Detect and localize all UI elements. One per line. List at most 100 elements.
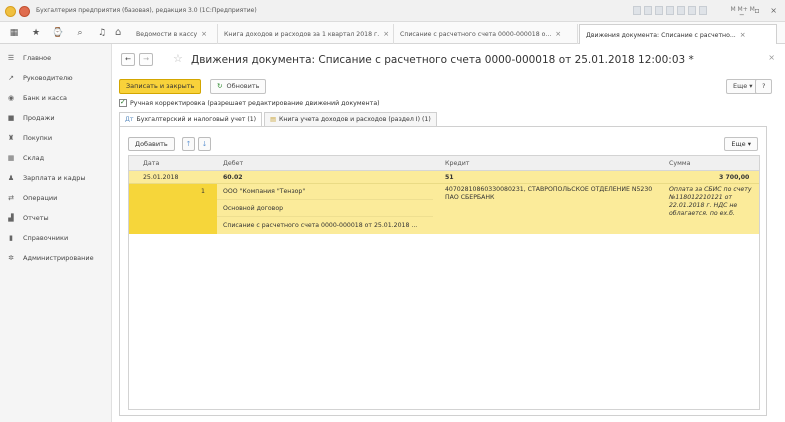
toolbar-icon[interactable]: [644, 6, 652, 15]
help-button[interactable]: ?: [755, 79, 773, 94]
tab-label: Книга доходов и расходов за 1 квартал 20…: [224, 31, 380, 38]
sidebar-item-manager[interactable]: ↗ Руководителю: [0, 68, 112, 88]
sidebar-item-main[interactable]: ☰ Главное: [0, 48, 112, 68]
toolbar-icon[interactable]: [688, 6, 696, 15]
sidebar-item-reports[interactable]: ▟ Отчеты: [0, 208, 112, 228]
tab-accounting[interactable]: Дт Бухгалтерский и налоговый учет (1): [119, 112, 263, 126]
save-close-button[interactable]: Записать и закрыть: [119, 79, 202, 94]
app-menu-icon[interactable]: [19, 6, 30, 17]
warehouse-icon: ▦: [7, 154, 15, 162]
sidebar-item-label: Операции: [23, 194, 58, 202]
close-icon[interactable]: ×: [201, 30, 207, 38]
apps-grid-icon[interactable]: ▦: [8, 28, 20, 38]
sidebar-item-purchases[interactable]: ♜ Покупки: [0, 128, 112, 148]
row-credit-bank-account: 40702810860330080231, СТАВРОПОЛЬСКОЕ ОТД…: [445, 186, 653, 201]
page-title: Движения документа: Списание с расчетног…: [191, 54, 694, 66]
toolbar-icon[interactable]: [666, 6, 674, 15]
entries-table[interactable]: Дата Дебет Кредит Сумма 25.01.2018 60.02…: [128, 155, 760, 410]
sidebar-item-bank[interactable]: ◉ Банк и касса: [0, 88, 112, 108]
register-tabs: Дт Бухгалтерский и налоговый учет (1) ▤ Кн…: [119, 112, 439, 126]
close-icon[interactable]: ×: [555, 30, 561, 38]
refresh-label: Обновить: [226, 82, 260, 90]
history-icon[interactable]: ⌚: [52, 28, 64, 38]
sidebar-item-references[interactable]: ▮ Справочники: [0, 228, 112, 248]
column-date[interactable]: Дата: [143, 160, 159, 167]
divider: [217, 216, 433, 217]
refresh-icon: ↻: [217, 82, 223, 90]
sidebar-item-admin[interactable]: ✲ Администрирование: [0, 248, 112, 268]
divider: [217, 199, 433, 200]
window-toolbar: [633, 6, 707, 15]
sidebar-item-warehouse[interactable]: ▦ Склад: [0, 148, 112, 168]
person-icon: ♟: [7, 174, 15, 182]
manual-correction-row[interactable]: Ручная корректировка (разрешает редактир…: [119, 98, 380, 107]
back-button[interactable]: ←: [121, 53, 135, 66]
gear-icon: ✲: [8, 254, 14, 262]
top-strip: ▦ ★ ⌚ ⌕ ♫ ⌂ Ведомости в кассу × Книга дох…: [0, 22, 785, 44]
tab-dvizheniya[interactable]: Движения документа: Списание с расчетно.…: [579, 24, 777, 44]
forward-button[interactable]: →: [139, 53, 153, 66]
toolbar-icon[interactable]: [633, 6, 641, 15]
window-controls[interactable]: _ ▫ ×: [740, 6, 781, 15]
chart-line-icon: ↗: [8, 74, 14, 82]
row-date: 25.01.2018: [143, 174, 179, 181]
close-icon[interactable]: ×: [740, 31, 746, 39]
search-icon[interactable]: ⌕: [74, 28, 86, 38]
row-debit-account: 60.02: [223, 174, 243, 181]
tab-label: Ведомости в кассу: [136, 31, 198, 38]
sidebar-item-sales[interactable]: ■ Продажи: [0, 108, 112, 128]
star-icon[interactable]: ★: [30, 28, 42, 38]
row-debit-document: Списание с расчетного счета 0000-000018 …: [223, 222, 418, 229]
sidebar-item-label: Главное: [23, 54, 52, 62]
reports-icon: ▟: [8, 214, 14, 222]
table-row[interactable]: 25.01.2018 60.02 51 3 700,00: [129, 171, 759, 184]
row-content: Оплата за СБИС по счету №118012210121 от…: [669, 186, 752, 217]
tab-income-book[interactable]: ▤ Книга учета доходов и расходов (раздел …: [264, 112, 437, 126]
row-sum: 3 700,00: [719, 174, 750, 181]
move-down-button[interactable]: 🡓: [198, 137, 211, 151]
toolbar-icon[interactable]: [699, 6, 707, 15]
tab-kniga[interactable]: Книга доходов и расходов за 1 квартал 20…: [218, 24, 394, 44]
column-debit[interactable]: Дебет: [223, 160, 243, 167]
tab-vedomosti[interactable]: Ведомости в кассу ×: [130, 24, 218, 44]
add-button[interactable]: Добавить: [128, 137, 175, 151]
row-number: 1: [201, 188, 205, 195]
row-credit-account: 51: [445, 174, 454, 181]
toolbar-icon[interactable]: [677, 6, 685, 15]
sales-icon: ■: [7, 114, 15, 122]
cart-icon: ♜: [7, 134, 15, 142]
register-panel: Добавить 🡑 🡓 Еще ▾ Дата Дебет Кредит Сум…: [119, 126, 767, 416]
bank-icon: ◉: [7, 94, 15, 102]
move-up-button[interactable]: 🡑: [182, 137, 195, 151]
row-debit-contract: Основной договор: [223, 205, 284, 212]
refresh-button[interactable]: ↻ Обновить: [210, 79, 267, 94]
sidebar-item-label: Банк и касса: [23, 94, 68, 102]
close-icon[interactable]: ×: [383, 30, 389, 38]
tab-label: Списание с расчетного счета 0000-000018 …: [400, 31, 552, 38]
toolbar-icon[interactable]: [655, 6, 663, 15]
sidebar-item-label: Покупки: [23, 134, 53, 142]
accounting-icon: Дт: [125, 116, 134, 123]
app-logo-icon[interactable]: [5, 6, 16, 17]
favorite-star-icon[interactable]: ☆: [173, 52, 183, 65]
close-icon[interactable]: ×: [768, 53, 775, 62]
operations-icon: ⇄: [8, 194, 14, 202]
bell-icon[interactable]: ♫: [96, 28, 108, 38]
column-credit[interactable]: Кредит: [445, 160, 469, 167]
table-row-details[interactable]: 1 ООО "Компания "Тензор" Основной догово…: [129, 184, 759, 234]
window-title: Бухгалтерия предприятия (базовая), редак…: [36, 7, 257, 14]
column-sum[interactable]: Сумма: [669, 160, 690, 167]
home-icon[interactable]: ⌂: [115, 27, 121, 38]
book-icon: ▤: [270, 116, 276, 123]
menu-icon: ☰: [7, 54, 15, 62]
grid-more-button[interactable]: Еще ▾: [724, 137, 758, 151]
sidebar-item-salary[interactable]: ♟ Зарплата и кадры: [0, 168, 112, 188]
sidebar: ☰ Главное ↗ Руководителю ◉ Банк и касса ■ Пр…: [0, 44, 112, 422]
sidebar-item-operations[interactable]: ⇄ Операции: [0, 188, 112, 208]
manual-correction-label: Ручная корректировка (разрешает редактир…: [130, 99, 380, 107]
tab-spisanie[interactable]: Списание с расчетного счета 0000-000018 …: [394, 24, 578, 44]
window-titlebar: Бухгалтерия предприятия (базовая), редак…: [0, 0, 785, 22]
document-form: ← → ☆ Движения документа: Списание с рас…: [113, 44, 785, 422]
book-icon: ▮: [9, 234, 13, 242]
manual-correction-checkbox[interactable]: [119, 98, 127, 107]
